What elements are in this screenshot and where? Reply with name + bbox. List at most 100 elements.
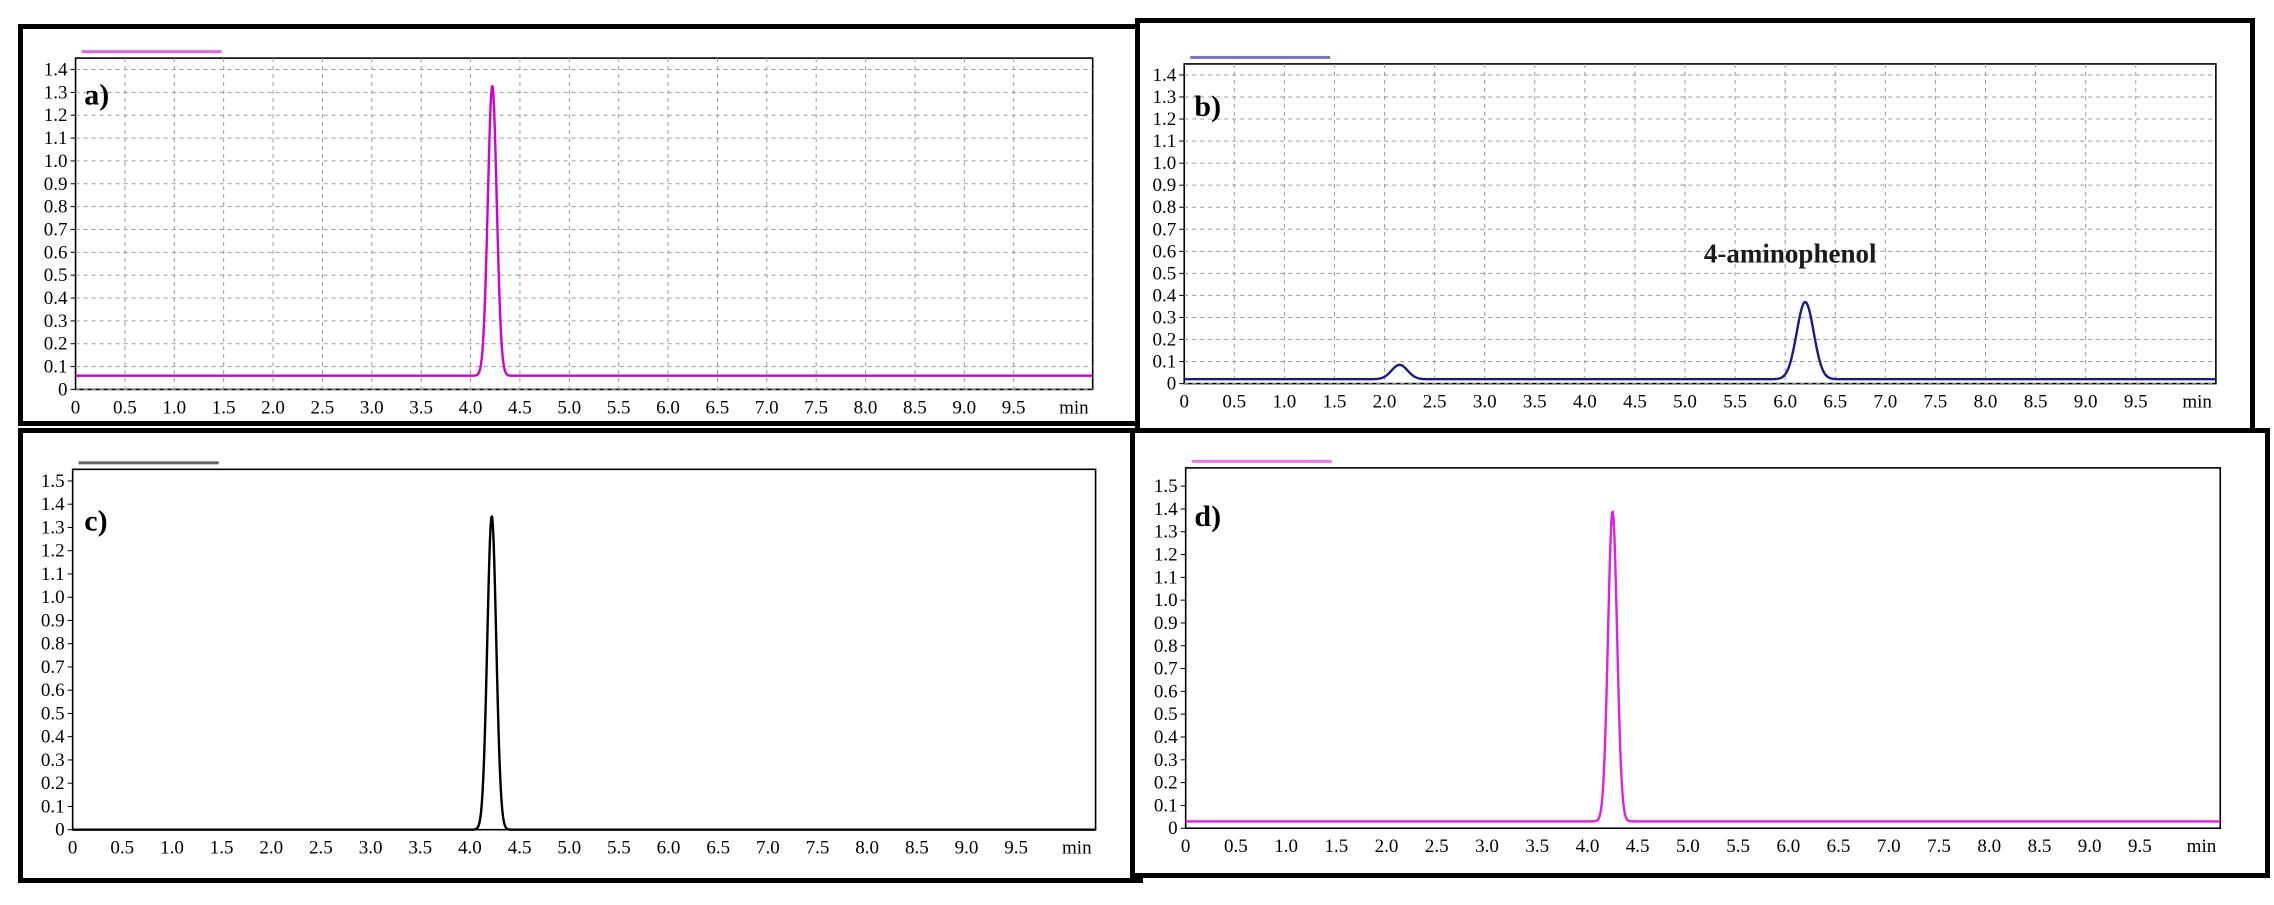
chromatogram-trace (1183, 300, 2217, 381)
y-tick-label: 0.9 (44, 174, 68, 195)
x-tick-label: 3.0 (359, 838, 383, 859)
x-tick-label: 3.0 (1475, 836, 1499, 857)
x-tick-label: 8.5 (2028, 836, 2052, 857)
x-tick-label: 7.0 (1877, 836, 1901, 857)
y-tick-label: 1.0 (41, 587, 65, 608)
x-tick-label: 9.0 (2078, 836, 2102, 857)
x-tick-label: 8.5 (903, 397, 927, 418)
y-tick-label: 1.0 (44, 151, 68, 172)
y-tick-label: 0.6 (1152, 241, 1176, 262)
y-tick-label: 1.2 (1152, 109, 1176, 130)
y-tick-label: 0.3 (41, 750, 65, 771)
x-tick-label: 5.5 (607, 838, 631, 859)
trace-header (1191, 459, 1332, 463)
x-tick-label: 8.0 (854, 397, 878, 418)
x-tick-label: 0.5 (110, 838, 134, 859)
x-tick-label: 0.5 (1222, 392, 1246, 413)
x-unit-label: min (2182, 392, 2212, 413)
x-tick-label: 7.5 (1924, 392, 1948, 413)
chromatogram-trace (72, 515, 1097, 831)
x-tick-label: 4.0 (1573, 392, 1597, 413)
x-tick-label: 4.0 (1576, 836, 1600, 857)
x-tick-label: 8.0 (1977, 836, 2001, 857)
x-tick-label: 5.0 (1673, 392, 1697, 413)
x-unit-label: min (1059, 397, 1089, 418)
x-tick-label: 4.5 (1626, 836, 1650, 857)
y-tick-label: 1.3 (44, 82, 68, 103)
x-tick-label: 5.5 (607, 397, 631, 418)
y-tick-label: 0 (58, 379, 68, 400)
y-tick-label: 1.0 (1154, 590, 1178, 611)
x-tick-label: 1.5 (210, 838, 234, 859)
chart-panel-4: 0 0.5 1.0 1.5 2.0 2.5 3.0 3.5 4.0 4.5 5.0 5.5 6.0 6.5… (1154, 459, 2222, 857)
y-tick-label: 0.7 (1152, 219, 1176, 240)
y-tick-label: 0.4 (41, 727, 65, 748)
panel-label: c) (84, 504, 107, 537)
x-tick-label: 5.5 (1723, 392, 1747, 413)
x-tick-label: 9.0 (952, 397, 976, 418)
y-tick-label: 1.4 (1154, 499, 1178, 520)
y-tick-label: 0.7 (41, 657, 65, 678)
x-tick-label: 8.5 (905, 838, 929, 859)
y-tick-label: 0.5 (1152, 263, 1176, 284)
y-tick-label: 0.8 (1152, 197, 1176, 218)
y-tick-label: 0.9 (41, 610, 65, 631)
x-tick-label: 0.5 (113, 397, 137, 418)
x-tick-label: 1.5 (1324, 836, 1348, 857)
peak-annotation: 4-aminophenol (1704, 238, 1877, 268)
y-tick-label: 0.6 (1154, 681, 1178, 702)
x-tick-label: 8.5 (2024, 392, 2048, 413)
trace-header (78, 461, 219, 465)
x-tick-label: 9.5 (1004, 838, 1028, 859)
x-tick-label: 2.5 (1425, 836, 1449, 857)
panel-label: d) (1194, 500, 1221, 533)
chart-panel-3: 0 0.5 1.0 1.5 2.0 2.5 3.0 3.5 4.0 4.5 5.0 5.5 6.0 6.5… (41, 461, 1097, 859)
chromatogram-trace (1185, 510, 2221, 823)
y-tick-label: 0 (1167, 374, 1177, 395)
x-tick-label: 9.0 (2074, 392, 2098, 413)
x-tick-label: 2.0 (259, 838, 283, 859)
chromatogram-figure: 0 0.5 1.0 1.5 2.0 2.5 3.0 3.5 4.0 4.5 5.0 5.5 6.0 6.5… (41, 50, 2222, 859)
x-tick-label: 5.0 (557, 838, 581, 859)
x-tick-label: 0 (1181, 836, 1191, 857)
x-tick-label: 3.5 (408, 838, 432, 859)
y-tick-label: 0 (55, 820, 65, 841)
x-tick-label: 0 (68, 838, 78, 859)
x-tick-label: 0.5 (1224, 836, 1248, 857)
y-tick-label: 0.3 (44, 311, 68, 332)
x-tick-label: 1.0 (160, 838, 184, 859)
y-tick-label: 0.6 (44, 242, 68, 263)
y-tick-label: 0.3 (1152, 307, 1176, 328)
x-tick-label: 9.5 (2128, 836, 2152, 857)
x-tick-label: 6.0 (657, 838, 681, 859)
y-tick-label: 0.4 (1154, 727, 1178, 748)
x-tick-label: 3.0 (360, 397, 384, 418)
y-tick-label: 1.1 (44, 128, 68, 149)
y-tick-label: 0.5 (44, 265, 68, 286)
y-tick-label: 1.3 (41, 517, 65, 538)
x-tick-label: 0 (71, 397, 81, 418)
x-tick-label: 9.5 (2124, 392, 2148, 413)
y-tick-label: 1.1 (1154, 567, 1178, 588)
plot-area (74, 57, 1094, 391)
x-tick-label: 2.5 (311, 397, 335, 418)
y-tick-label: 0.7 (1154, 659, 1178, 680)
x-tick-label: 7.5 (1927, 836, 1951, 857)
x-tick-label: 4.0 (458, 838, 482, 859)
y-tick-label: 0.5 (1154, 704, 1178, 725)
x-tick-label: 0 (1179, 392, 1189, 413)
x-tick-label: 3.0 (1473, 392, 1497, 413)
y-tick-label: 0.2 (1152, 330, 1176, 351)
x-tick-label: 5.0 (1676, 836, 1700, 857)
trace-header (81, 50, 222, 54)
y-tick-label: 0.7 (44, 219, 68, 240)
x-tick-label: 4.5 (1623, 392, 1647, 413)
x-unit-label: min (2187, 836, 2217, 857)
x-tick-label: 1.5 (212, 397, 236, 418)
y-tick-label: 1.2 (41, 541, 65, 562)
y-tick-label: 0.6 (41, 680, 65, 701)
x-tick-label: 6.5 (706, 838, 730, 859)
panel-label: a) (84, 79, 109, 112)
trace-header (1190, 55, 1331, 59)
x-tick-label: 7.5 (804, 397, 828, 418)
